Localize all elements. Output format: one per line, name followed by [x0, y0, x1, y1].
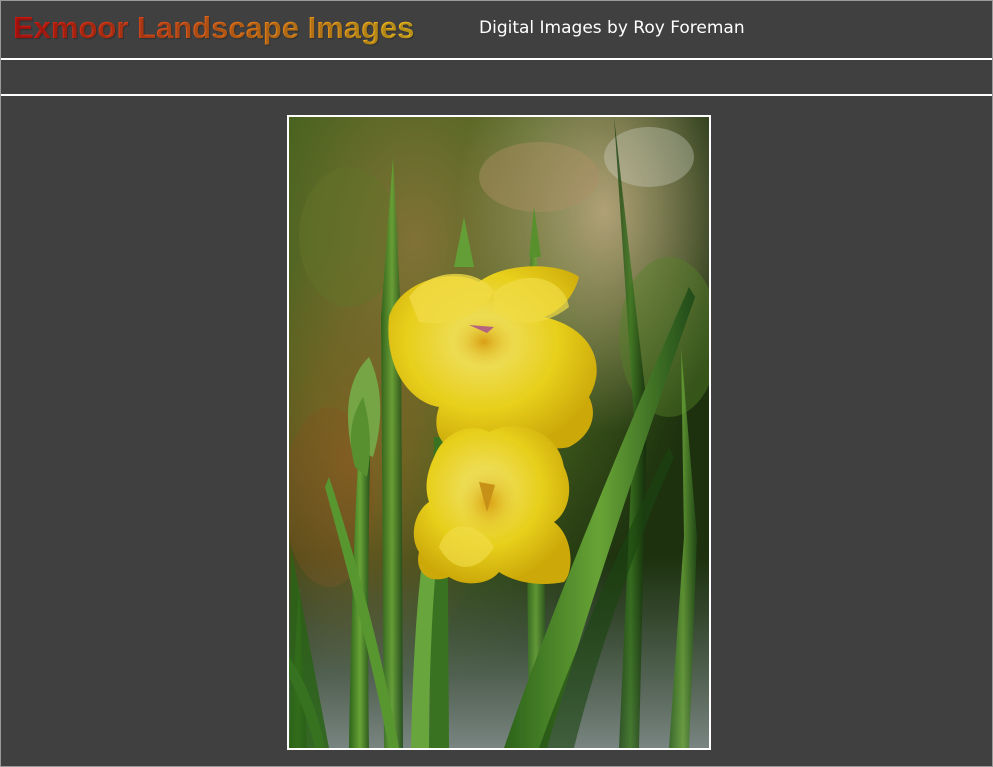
site-subtitle: Digital Images by Roy Foreman — [479, 18, 745, 38]
flower-photo-image — [289, 117, 709, 748]
site-header: Exmoor Landscape Images Digital Images b… — [1, 1, 992, 60]
main-photo — [287, 115, 711, 750]
navigation-bar — [1, 60, 992, 96]
site-title[interactable]: Exmoor Landscape Images — [13, 9, 414, 47]
page-container: Exmoor Landscape Images Digital Images b… — [0, 0, 993, 767]
